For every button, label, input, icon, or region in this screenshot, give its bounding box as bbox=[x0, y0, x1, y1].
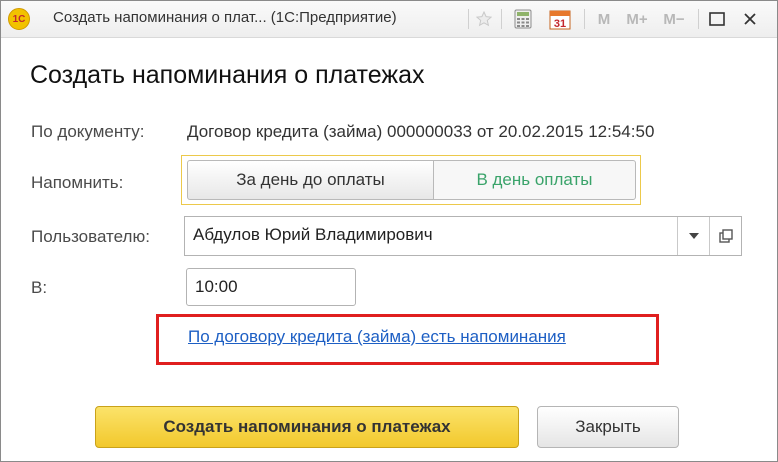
user-field-value: Абдулов Юрий Владимирович bbox=[193, 225, 433, 244]
toolbar-separator bbox=[468, 9, 469, 29]
title-bar: 1С Создать напоминания о плат... (1С:Пре… bbox=[1, 1, 777, 38]
memory-minus-button[interactable]: M− bbox=[658, 7, 690, 31]
user-dropdown-button[interactable] bbox=[678, 217, 709, 255]
chevron-down-icon bbox=[688, 233, 699, 239]
toolbar-separator bbox=[698, 9, 699, 29]
window-title: Создать напоминания о плат... (1С:Предпр… bbox=[53, 9, 397, 26]
form-heading: Создать напоминания о платежах bbox=[30, 61, 425, 89]
calculator-icon[interactable] bbox=[510, 7, 536, 31]
dialog-window: 1С Создать напоминания о плат... (1С:Пре… bbox=[0, 0, 778, 462]
document-value: Договор кредита (займа) 000000033 от 20.… bbox=[187, 122, 655, 141]
time-label: В: bbox=[31, 278, 48, 297]
memory-m-button[interactable]: M bbox=[593, 7, 615, 31]
document-label: По документу: bbox=[31, 122, 145, 141]
maximize-icon[interactable] bbox=[705, 7, 729, 31]
user-open-button[interactable] bbox=[710, 217, 741, 255]
create-reminders-button[interactable]: Создать напоминания о платежах bbox=[95, 406, 519, 448]
toolbar-separator bbox=[584, 9, 585, 29]
time-input[interactable]: 10:00 bbox=[186, 268, 356, 306]
remind-label: Напомнить: bbox=[31, 173, 124, 192]
calendar-day-text: 31 bbox=[554, 18, 566, 30]
close-icon[interactable] bbox=[738, 7, 762, 31]
time-input-value: 10:00 bbox=[195, 277, 238, 296]
reminders-link[interactable]: По договору кредита (займа) есть напомин… bbox=[188, 327, 566, 347]
1c-logo-icon[interactable]: 1С bbox=[8, 8, 30, 30]
memory-plus-button[interactable]: M+ bbox=[620, 7, 654, 31]
favorite-star-icon[interactable] bbox=[472, 7, 496, 31]
remind-option-payment-day[interactable]: В день оплаты bbox=[433, 160, 636, 200]
open-form-icon bbox=[718, 229, 733, 243]
user-field[interactable]: Абдулов Юрий Владимирович bbox=[184, 216, 742, 256]
toolbar-separator bbox=[501, 9, 502, 29]
calendar-icon[interactable]: 31 bbox=[547, 7, 573, 31]
close-button[interactable]: Закрыть bbox=[537, 406, 679, 448]
remind-option-day-before[interactable]: За день до оплаты bbox=[187, 160, 434, 200]
user-label: Пользователю: bbox=[31, 227, 150, 246]
